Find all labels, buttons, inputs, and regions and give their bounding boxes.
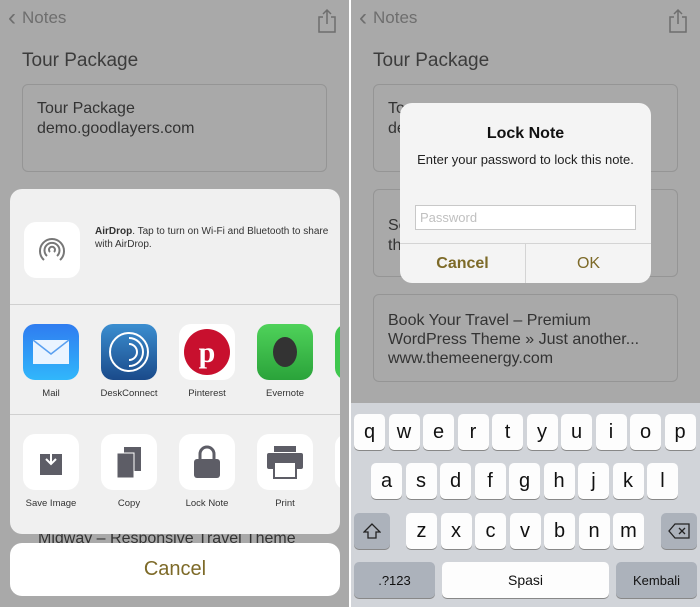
cancel-button[interactable]: Cancel	[10, 543, 340, 596]
share-icon[interactable]	[668, 8, 688, 34]
key-u[interactable]: u	[561, 414, 592, 450]
action-lock-note[interactable]: Lock Note	[168, 434, 246, 509]
card-url: demo.goodlayers.com	[37, 120, 195, 137]
password-input[interactable]	[415, 205, 636, 230]
key-s[interactable]: s	[405, 463, 437, 499]
dialog-ok-button[interactable]: OK	[526, 244, 651, 283]
airdrop-button[interactable]	[24, 222, 80, 278]
app-partial[interactable]	[324, 324, 340, 388]
key-k[interactable]: k	[612, 463, 644, 499]
lock-icon	[194, 445, 220, 478]
back-label: Notes	[373, 8, 418, 27]
key-m[interactable]: m	[613, 513, 644, 549]
dialog-message: Enter your password to lock this note.	[417, 152, 634, 167]
key-p[interactable]: p	[664, 414, 696, 450]
key-i[interactable]: i	[595, 414, 627, 450]
share-sheet-screen: ‹ Notes Tour Package Tour Package demo.goo…	[0, 0, 349, 607]
action-partial[interactable]	[324, 434, 340, 498]
key-w[interactable]: w	[388, 414, 420, 450]
key-z[interactable]: z	[406, 513, 437, 549]
space-key[interactable]: Spasi	[442, 562, 609, 598]
dialog-title: Lock Note	[486, 125, 565, 142]
action-copy[interactable]: Copy	[90, 434, 168, 509]
key-c[interactable]: c	[475, 513, 506, 549]
key-b[interactable]: b	[544, 513, 575, 549]
share-sheet: AirDrop. Tap to turn on Wi-Fi and Blueto…	[10, 189, 340, 534]
app-mail[interactable]: Mail	[12, 324, 90, 399]
airdrop-description: AirDrop. Tap to turn on Wi-Fi and Blueto…	[95, 226, 329, 250]
svg-text:p: p	[199, 336, 216, 369]
note-title: Tour Package	[373, 50, 490, 71]
key-n[interactable]: n	[578, 513, 610, 549]
evernote-icon	[273, 337, 297, 367]
key-o[interactable]: o	[630, 414, 661, 450]
key-h[interactable]: h	[543, 463, 575, 499]
card-title: Book Your Travel – Premium WordPress The…	[388, 312, 640, 348]
app-pinterest[interactable]: p Pinterest	[168, 324, 246, 399]
key-q[interactable]: q	[354, 414, 385, 450]
pinterest-icon: p	[184, 329, 230, 375]
share-icon[interactable]	[317, 8, 337, 34]
copy-icon	[116, 447, 141, 479]
lock-note-dialog: Lock Note Enter your password to lock th…	[400, 103, 651, 283]
shift-icon	[363, 523, 381, 539]
app-deskconnect[interactable]: DeskConnect	[90, 324, 168, 399]
link-card[interactable]: Tour Package demo.goodlayers.com	[22, 84, 327, 172]
key-r[interactable]: r	[457, 414, 489, 450]
back-button[interactable]: ‹ Notes	[8, 4, 67, 31]
key-y[interactable]: y	[526, 414, 558, 450]
divider	[10, 304, 340, 305]
numbers-key[interactable]: .?123	[354, 562, 435, 598]
keyboard: .?123 Spasi Kembali qwertyuiop asdfghjkl z…	[351, 403, 700, 607]
note-title: Tour Package	[22, 50, 139, 71]
dialog-cancel-button[interactable]: Cancel	[400, 244, 526, 283]
key-t[interactable]: t	[492, 414, 523, 450]
lock-note-screen: ‹ Notes Tour Package To de Se th Book You…	[351, 0, 700, 607]
action-print[interactable]: Print	[246, 434, 324, 509]
deskconnect-icon	[109, 332, 149, 372]
key-j[interactable]: j	[578, 463, 609, 499]
card-title: Tour Package	[37, 100, 135, 117]
backspace-key[interactable]	[661, 513, 697, 549]
key-f[interactable]: f	[474, 463, 506, 499]
key-x[interactable]: x	[440, 513, 472, 549]
key-d[interactable]: d	[440, 463, 471, 499]
printer-icon	[267, 446, 303, 479]
back-button[interactable]: ‹ Notes	[359, 4, 418, 31]
link-card[interactable]: Book Your Travel – Premium WordPress The…	[373, 294, 678, 382]
airdrop-icon	[39, 238, 65, 261]
action-save-image[interactable]: Save Image	[12, 434, 90, 509]
key-g[interactable]: g	[509, 463, 540, 499]
key-l[interactable]: l	[647, 463, 678, 499]
card-url: www.themeenergy.com	[388, 350, 554, 367]
chevron-left-icon: ‹	[8, 4, 16, 31]
divider	[10, 414, 340, 415]
app-evernote[interactable]: Evernote	[246, 324, 324, 399]
key-e[interactable]: e	[423, 414, 454, 450]
back-label: Notes	[22, 8, 67, 27]
shift-key[interactable]	[354, 513, 390, 549]
key-v[interactable]: v	[509, 513, 541, 549]
return-key[interactable]: Kembali	[616, 562, 697, 598]
chevron-left-icon: ‹	[359, 4, 367, 31]
key-a[interactable]: a	[371, 463, 402, 499]
backspace-icon	[668, 523, 690, 539]
mail-icon	[32, 339, 70, 364]
save-image-icon	[40, 448, 62, 475]
